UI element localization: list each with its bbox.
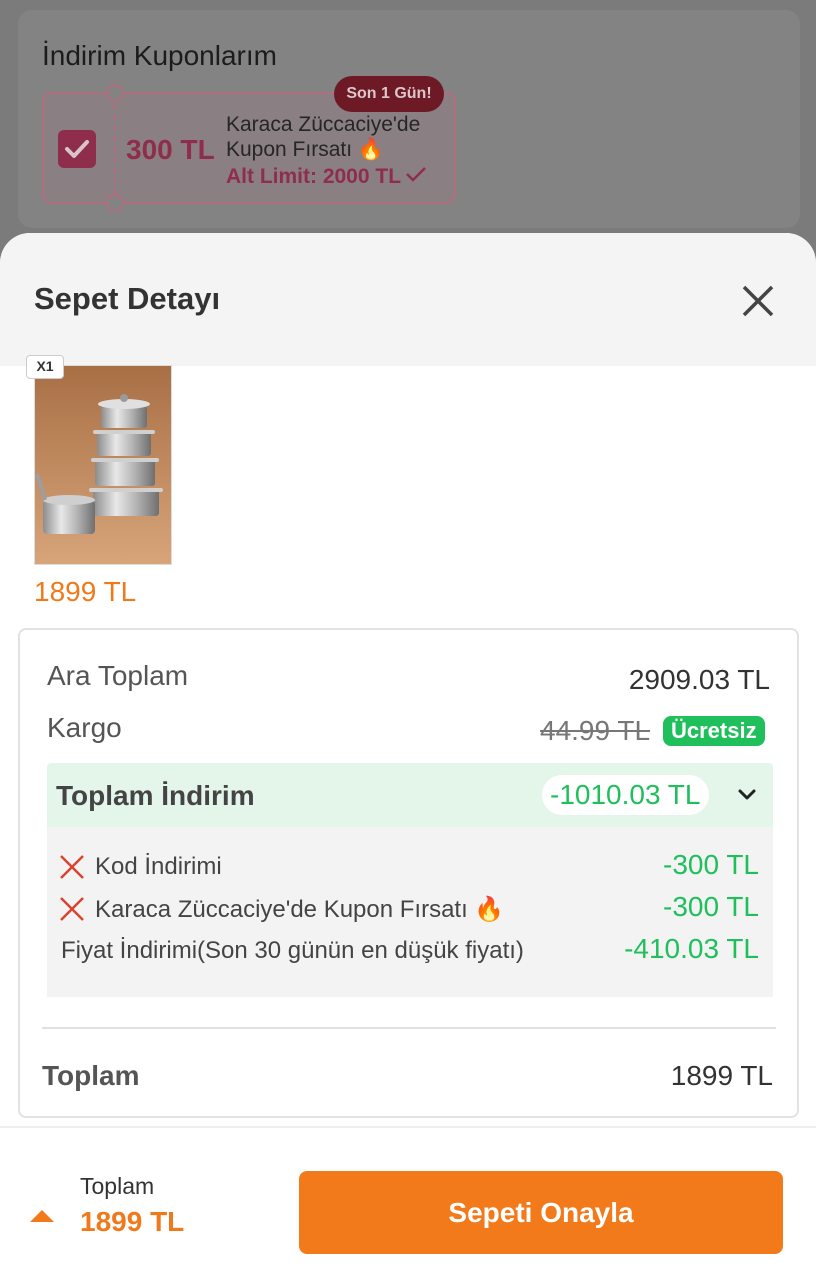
discount-line-amount: -300 TL [663,891,759,922]
order-summary: Ara Toplam 2909.03 TL Kargo 44.99 TL Ücr… [18,628,799,1118]
discount-line: Fiyat İndirimi(Son 30 günün en düşük fiy… [59,933,759,969]
remove-icon[interactable] [59,896,85,922]
expand-up-icon[interactable] [28,1206,56,1224]
quantity-badge: X1 [26,355,64,379]
subtotal-value: 2909.03 TL [628,664,770,695]
remove-icon[interactable] [59,854,85,880]
free-shipping-badge: Ücretsiz [663,716,765,746]
shipping-label: Kargo [47,712,122,743]
product-price: 1899 TL [34,576,137,607]
discount-line-label: Karaca Züccaciye'de Kupon Fırsatı 🔥 [95,896,505,923]
checkout-total-label: Toplam [80,1173,155,1199]
checkout-total-value: 1899 TL [80,1206,185,1237]
product-image[interactable] [34,365,172,565]
shipping-old-price: 44.99 TL [540,715,651,746]
discount-line: Kod İndirimi -300 TL [59,849,759,885]
total-discount-label: Toplam İndirim [56,780,255,811]
ticket-divider [114,104,116,194]
coupon-amount: 300 TL [126,134,215,165]
ticket-notch [106,194,124,212]
coupon-title-line1: Karaca Züccaciye'de [226,113,421,136]
check-icon [405,165,427,189]
coupon-limit: Alt Limit: 2000 TL [226,165,427,189]
total-discount-toggle[interactable]: Toplam İndirim -1010.03 TL [47,763,773,827]
subtotal-label: Ara Toplam [47,660,189,691]
checkout-bar: Toplam 1899 TL Sepeti Onayla [0,1126,816,1280]
chevron-down-icon[interactable] [733,781,761,809]
discount-line-amount: -300 TL [663,849,759,880]
last-day-badge: Son 1 Gün! [334,76,444,112]
coupon-title-line2: Kupon Fırsatı 🔥 [226,138,385,161]
coupon-checkbox[interactable] [58,130,96,168]
close-icon [742,285,774,317]
coupons-title: İndirim Kuponlarım [42,40,277,71]
total-discount-value: -1010.03 TL [542,775,709,815]
confirm-cart-button[interactable]: Sepeti Onayla [299,1171,783,1254]
coupon-title: Karaca Züccaciye'de Kupon Fırsatı 🔥 [226,112,420,162]
sheet-header: Sepet Detayı [0,233,816,366]
close-button[interactable] [730,273,786,329]
discount-details: Kod İndirimi -300 TL Karaca Züccaciye'de… [47,827,773,997]
total-value: 1899 TL [670,1060,773,1091]
sheet-title: Sepet Detayı [34,281,221,316]
ticket-notch [106,84,124,102]
check-icon [65,140,89,158]
cookware-image [35,366,171,564]
discount-line-label: Fiyat İndirimi(Son 30 günün en düşük fiy… [61,937,524,964]
cart-detail-sheet: Sepet Detayı X1 1899 TL Ara Toplam 2909.… [0,233,816,1280]
divider [42,1027,776,1029]
coupon-limit-text: Alt Limit: 2000 TL [226,165,402,188]
discount-line-label: Kod İndirimi [95,853,222,880]
discount-line: Karaca Züccaciye'de Kupon Fırsatı 🔥 -300… [59,891,759,927]
discount-line-amount: -410.03 TL [624,933,759,964]
total-label: Toplam [42,1060,140,1091]
